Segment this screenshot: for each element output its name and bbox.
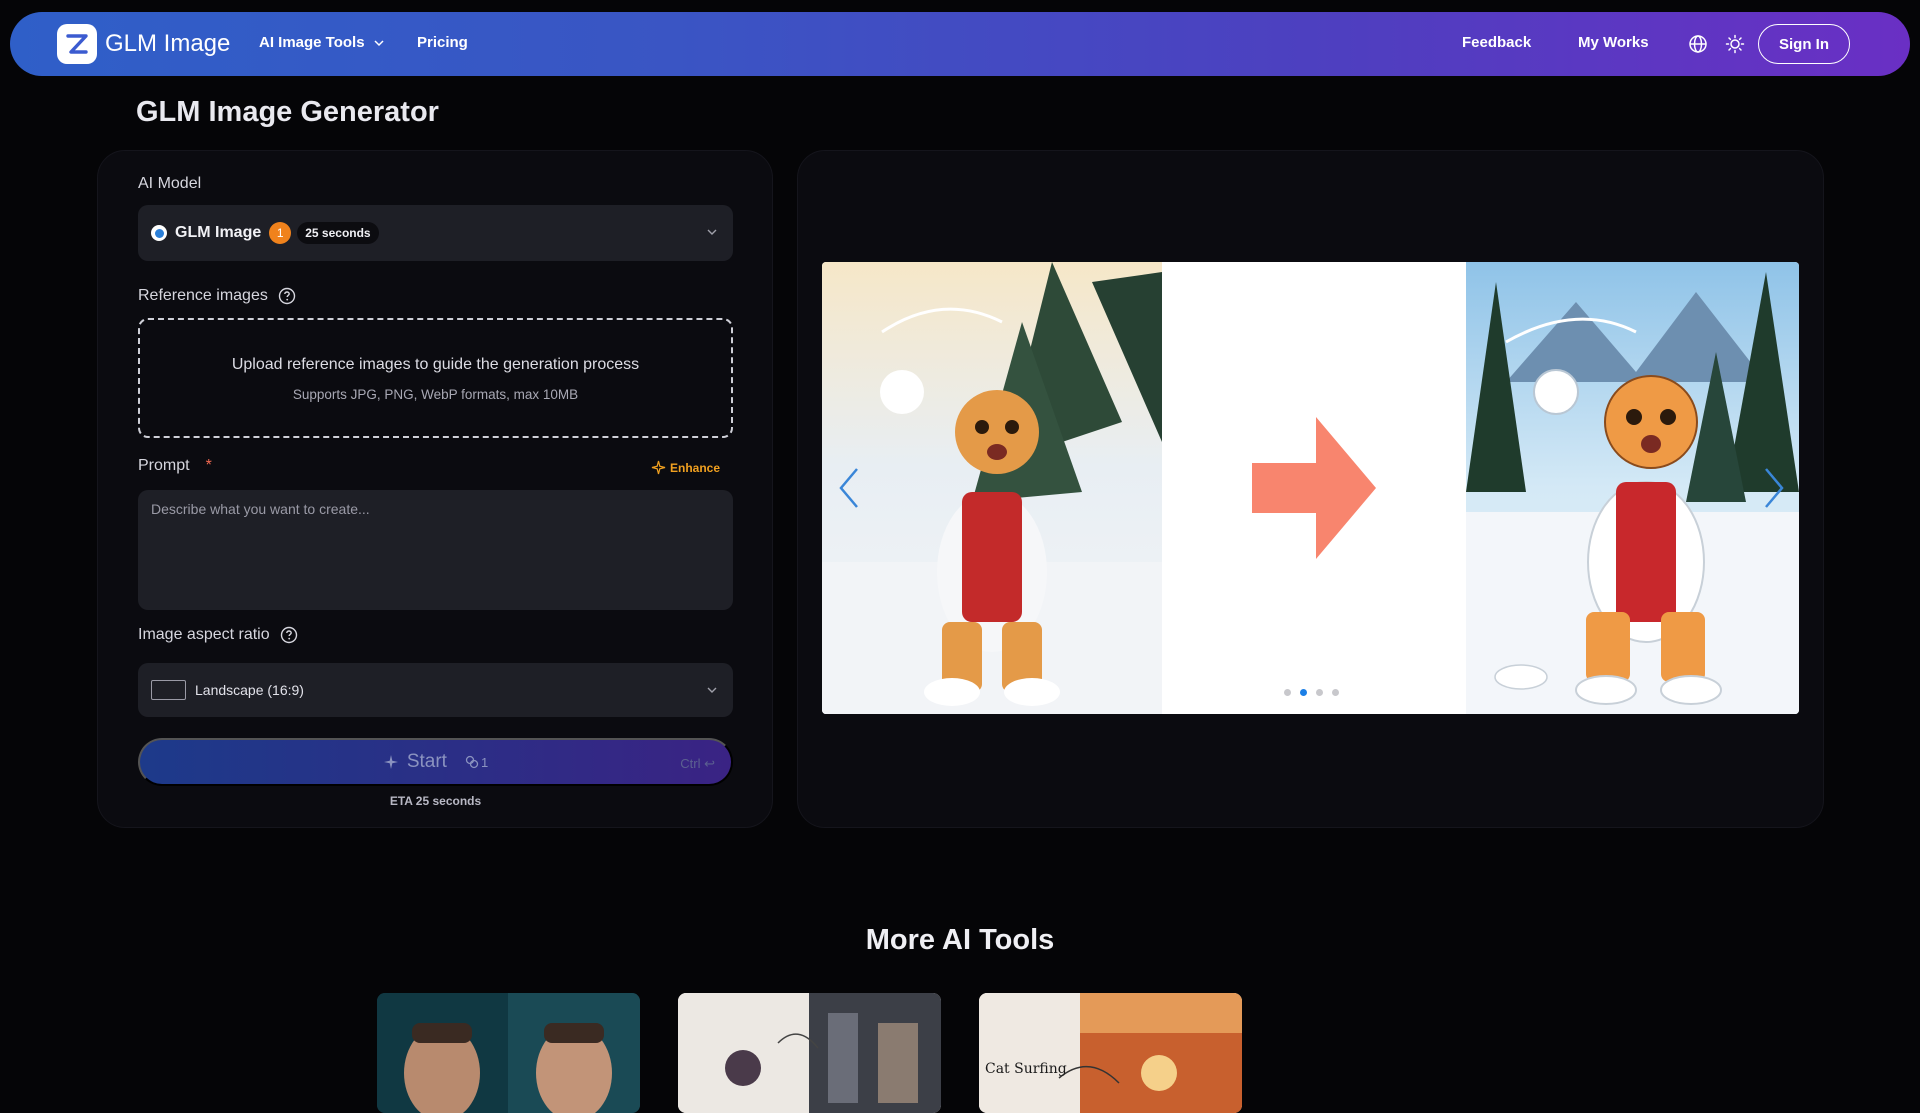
model-select[interactable]: GLM Image 1 25 seconds (138, 205, 733, 261)
page-title: GLM Image Generator (136, 96, 439, 128)
credit-cost-value: 1 (480, 754, 489, 770)
nav-my-works[interactable]: My Works (1578, 34, 1649, 51)
anime-figure-thumbnail (678, 993, 941, 1113)
start-content: Start 1 (383, 751, 488, 773)
more-tools-title: More AI Tools (865, 924, 1055, 956)
example-before-image (822, 262, 1162, 714)
chevron-right-icon (1765, 468, 1784, 508)
chevron-down-icon (707, 687, 717, 693)
brand-logo[interactable]: GLM Image (57, 24, 230, 64)
prompt-textarea[interactable] (138, 490, 733, 610)
reference-upload-dropzone[interactable]: Upload reference images to guide the gen… (138, 318, 733, 438)
aspect-ratio-select[interactable]: Landscape (16:9) (138, 663, 733, 717)
aspect-ratio-label-text: Image aspect ratio (138, 626, 270, 643)
carousel-dot[interactable] (1316, 689, 1323, 696)
carousel-dot[interactable] (1284, 689, 1291, 696)
chevron-down-icon (374, 39, 384, 46)
sparkle-icon (383, 755, 398, 769)
anime-figure-card[interactable] (678, 993, 941, 1113)
chevron-down-icon (707, 229, 717, 235)
landscape-ratio-icon (151, 680, 186, 700)
preview-panel (797, 150, 1824, 828)
model-name: GLM Image (175, 224, 262, 241)
cat-surfing-card[interactable]: Cat Surfing (979, 993, 1242, 1113)
nav-ai-image-tools-label: AI Image Tools (259, 34, 365, 51)
prompt-label-text: Prompt (138, 457, 190, 474)
nav-my-works-label: My Works (1578, 34, 1649, 51)
model-radio-icon (151, 225, 167, 241)
logo-z-icon (57, 24, 97, 64)
nav-pricing-label: Pricing (417, 34, 468, 51)
nav-feedback-label: Feedback (1462, 34, 1532, 51)
globe-icon (1689, 35, 1707, 53)
generator-form-panel: AI Model GLM Image 1 25 seconds Referenc… (97, 150, 773, 828)
upload-format-hint: Supports JPG, PNG, WebP formats, max 10M… (292, 387, 579, 402)
coins-icon (465, 755, 479, 769)
example-after-image (1466, 262, 1799, 714)
keyboard-shortcut-hint: Ctrl ↩ (680, 756, 715, 771)
face-swap-card[interactable] (377, 993, 640, 1113)
time-badge: 25 seconds (297, 222, 379, 244)
face-swap-thumbnail (377, 993, 640, 1113)
enhance-button[interactable]: Enhance (651, 460, 720, 475)
help-icon[interactable] (278, 287, 296, 305)
carousel-next-button[interactable] (1759, 466, 1789, 510)
help-icon[interactable] (280, 626, 298, 644)
ai-model-label: AI Model (138, 175, 201, 193)
theme-toggle-button[interactable] (1723, 32, 1747, 56)
language-button[interactable] (1686, 32, 1710, 56)
example-carousel[interactable] (822, 262, 1799, 714)
carousel-dot-active[interactable] (1300, 689, 1307, 696)
cat-surfing-thumbnail (979, 993, 1242, 1113)
reference-images-label: Reference images (138, 287, 296, 305)
sparkle-icon (651, 460, 666, 475)
top-navbar: GLM Image AI Image Tools Pricing Feedbac… (10, 12, 1910, 76)
cat-surfing-label: Cat Surfing (985, 1061, 1067, 1077)
nav-feedback[interactable]: Feedback (1462, 34, 1531, 51)
carousel-dot[interactable] (1332, 689, 1339, 696)
prompt-label: Prompt * (138, 457, 212, 475)
required-marker: * (205, 457, 212, 474)
credit-cost: 1 (465, 755, 488, 770)
sign-in-button[interactable]: Sign In (1758, 24, 1850, 64)
brand-name: GLM Image (105, 30, 231, 57)
carousel-prev-button[interactable] (834, 466, 864, 510)
upload-instructions: Upload reference images to guide the gen… (231, 356, 640, 373)
eta-text: ETA 25 seconds (389, 794, 482, 808)
transform-arrow-icon (1252, 417, 1376, 559)
aspect-ratio-value: Landscape (16:9) (195, 682, 304, 698)
carousel-pagination (1284, 689, 1339, 696)
nav-ai-image-tools[interactable]: AI Image Tools (259, 34, 385, 51)
enhance-label: Enhance (669, 460, 720, 475)
nav-pricing[interactable]: Pricing (417, 34, 468, 51)
start-generate-button[interactable]: Start 1 Ctrl ↩ (138, 738, 733, 786)
reference-images-label-text: Reference images (138, 287, 268, 304)
chevron-left-icon (839, 468, 858, 508)
ai-model-label-text: AI Model (138, 175, 202, 192)
sun-icon (1725, 34, 1745, 54)
start-label: Start (406, 751, 447, 772)
credit-badge: 1 (269, 222, 292, 244)
aspect-ratio-label: Image aspect ratio (138, 626, 298, 644)
